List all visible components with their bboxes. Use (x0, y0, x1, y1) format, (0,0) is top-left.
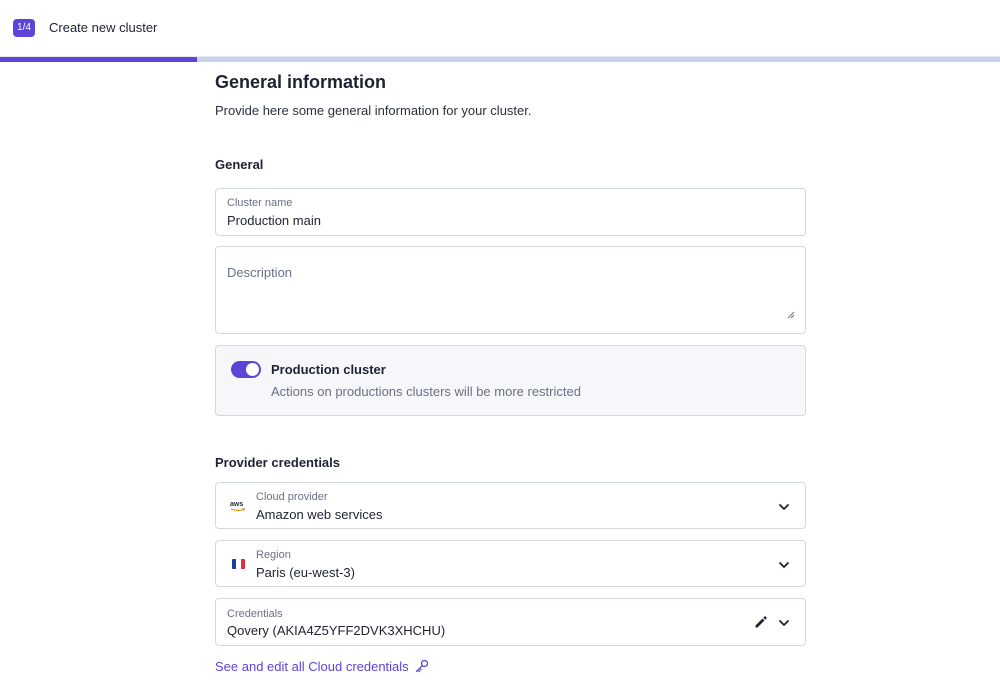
svg-text:aws: aws (230, 501, 243, 508)
cloud-provider-label: Cloud provider (256, 491, 328, 503)
production-cluster-toggle[interactable] (231, 361, 261, 378)
region-label: Region (256, 549, 291, 561)
production-cluster-card: Production cluster Actions on production… (215, 345, 806, 416)
edit-cloud-credentials-link[interactable]: See and edit all Cloud credentials (215, 659, 429, 674)
key-icon (416, 659, 429, 673)
production-cluster-title: Production cluster (271, 362, 386, 377)
edit-cloud-credentials-label: See and edit all Cloud credentials (215, 659, 409, 674)
region-value: Paris (eu-west-3) (256, 565, 355, 580)
production-cluster-description: Actions on productions clusters will be … (271, 384, 581, 399)
progress-bar-fill (0, 57, 197, 62)
cloud-provider-select[interactable]: aws Cloud provider Amazon web services (215, 482, 806, 529)
progress-bar (0, 57, 1000, 62)
credentials-label: Credentials (227, 608, 283, 620)
chevron-down-icon[interactable] (778, 559, 790, 571)
region-select[interactable]: Region Paris (eu-west-3) (215, 540, 806, 587)
chevron-down-icon[interactable] (778, 617, 790, 629)
step-badge: 1/4 (13, 19, 35, 37)
cluster-name-field[interactable]: Cluster name Production main (215, 188, 806, 236)
aws-icon: aws (230, 501, 246, 512)
pencil-icon[interactable] (754, 615, 768, 629)
france-flag-icon (232, 559, 245, 569)
description-textarea[interactable]: Description (215, 246, 806, 334)
page-header-title: Create new cluster (49, 20, 158, 35)
chevron-down-icon[interactable] (778, 501, 790, 513)
credentials-value: Qovery (AKIA4Z5YFF2DVK3XHCHU) (227, 623, 446, 638)
resize-handle-icon[interactable] (787, 311, 795, 319)
toggle-knob (246, 363, 259, 376)
cluster-name-value: Production main (227, 213, 321, 228)
page-title: General information (215, 72, 387, 92)
page-subtitle: Provide here some general information fo… (215, 103, 532, 118)
cluster-name-label: Cluster name (227, 197, 293, 209)
credentials-select[interactable]: Credentials Qovery (AKIA4Z5YFF2DVK3XHCHU… (215, 598, 806, 646)
section-title-provider: Provider credentials (215, 455, 340, 470)
cloud-provider-value: Amazon web services (256, 507, 383, 522)
section-title-general: General (215, 157, 264, 172)
top-bar: 1/4 Create new cluster (0, 0, 1000, 57)
description-placeholder: Description (227, 265, 293, 280)
